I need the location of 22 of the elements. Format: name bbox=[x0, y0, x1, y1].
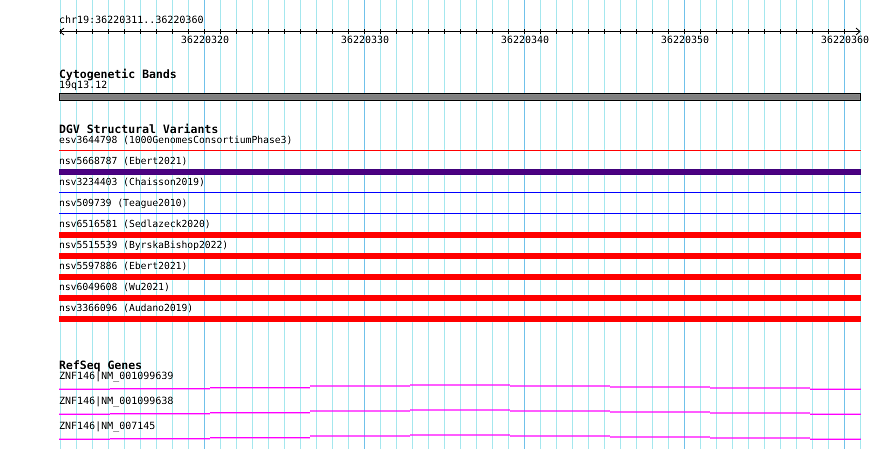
variant-label: nsv6049608 (Wu2021) bbox=[59, 282, 170, 294]
ruler-tick-label: 36220320 bbox=[180, 35, 230, 47]
variant-label: nsv509739 (Teague2010) bbox=[59, 198, 188, 210]
ruler-tick-label: 36220330 bbox=[340, 35, 390, 47]
variant-label: nsv5597886 (Ebert2021) bbox=[59, 261, 188, 273]
variant-label: nsv3234403 (Chaisson2019) bbox=[59, 177, 205, 189]
track-title: DGV Structural Variants bbox=[59, 123, 218, 135]
variant-label: esv3644798 (1000GenomesConsortiumPhase3) bbox=[59, 135, 292, 147]
ruler-tick-label: 36220340 bbox=[500, 35, 550, 47]
variant-label: nsv5515539 (ByrskaBishop2022) bbox=[59, 240, 228, 252]
variant-label: nsv3366096 (Audano2019) bbox=[59, 303, 194, 315]
track-title: Cytogenetic Bands bbox=[59, 68, 177, 80]
ruler-tick-label: 36220360 bbox=[820, 35, 870, 47]
gene-label: ZNF146|NM_001099639 bbox=[59, 371, 174, 383]
variant-label: nsv5668787 (Ebert2021) bbox=[59, 156, 188, 168]
track-title: RefSeq Genes bbox=[59, 359, 142, 371]
band-label: 19q13.12 bbox=[59, 80, 108, 92]
gene-label: ZNF146|NM_001099638 bbox=[59, 396, 174, 408]
ruler-tick-label: 36220350 bbox=[660, 35, 710, 47]
location-label: chr19:36220311..36220360 bbox=[59, 15, 204, 27]
variant-label: nsv6516581 (Sedlazeck2020) bbox=[59, 219, 211, 231]
gene-label: ZNF146|NM_007145 bbox=[59, 421, 156, 433]
